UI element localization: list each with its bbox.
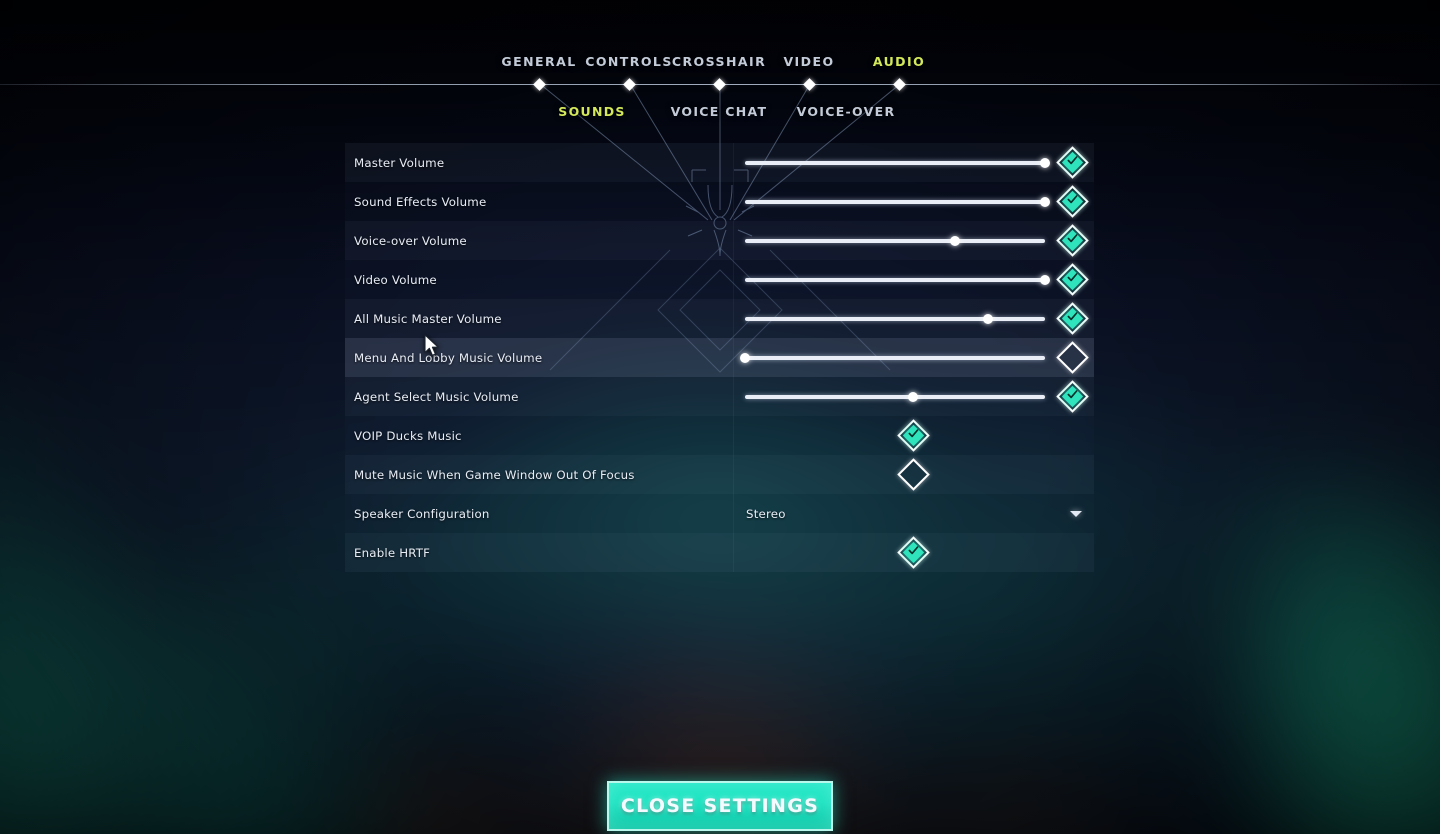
settings-row[interactable]: Mute Music When Game Window Out Of Focus <box>345 455 1094 494</box>
settings-row[interactable]: Speaker Configuration Stereo <box>345 494 1094 533</box>
checkmark-icon <box>1067 390 1078 399</box>
nav-tab-controls[interactable]: CONTROLS <box>585 54 673 69</box>
checkbox-all-music-master-volume[interactable] <box>1056 302 1089 335</box>
row-control-mute-music-out-of-focus <box>733 455 1094 494</box>
close-settings-button[interactable]: CLOSE SETTINGS <box>607 781 833 831</box>
sub-tab-voice-chat[interactable]: VOICE CHAT <box>671 104 768 119</box>
nav-node-audio-icon <box>892 77 906 91</box>
slider-track[interactable] <box>745 277 1045 282</box>
slider-track[interactable] <box>745 394 1045 399</box>
row-label-agent-select-music-volume: Agent Select Music Volume <box>354 389 519 404</box>
row-label-enable-hrtf: Enable HRTF <box>354 545 431 560</box>
settings-row[interactable]: All Music Master Volume <box>345 299 1094 338</box>
nav-tab-audio[interactable]: AUDIO <box>873 54 925 69</box>
settings-row[interactable]: Voice-over Volume <box>345 221 1094 260</box>
row-control-menu-and-lobby-music-volume <box>733 338 1094 377</box>
slider-track[interactable] <box>745 316 1045 321</box>
row-label-video-volume: Video Volume <box>354 272 437 287</box>
checkbox-master-volume[interactable] <box>1056 146 1089 179</box>
slider-knob[interactable] <box>1040 196 1050 207</box>
row-control-video-volume <box>733 260 1094 299</box>
checkbox-sound-effects-volume[interactable] <box>1056 185 1089 218</box>
nav-tab-video[interactable]: VIDEO <box>783 54 834 69</box>
dropdown-value-speaker-configuration[interactable]: Stereo <box>746 507 786 521</box>
slider-video-volume[interactable] <box>745 273 1050 287</box>
row-control-voice-over-volume <box>733 221 1094 260</box>
slider-sound-effects-volume[interactable] <box>745 195 1050 209</box>
valorant-settings-screen: GENERAL CONTROLS CROSSHAIR VIDEO AUDIO S… <box>0 0 1440 834</box>
settings-row[interactable]: Menu And Lobby Music Volume <box>345 338 1094 377</box>
checkbox-mute-music-out-of-focus[interactable] <box>897 458 930 491</box>
nav-tab-general[interactable]: GENERAL <box>501 54 576 69</box>
settings-row[interactable]: Master Volume <box>345 143 1094 182</box>
row-label-menu-and-lobby-music-volume: Menu And Lobby Music Volume <box>354 350 543 365</box>
nav-node-controls-icon <box>622 77 636 91</box>
slider-track[interactable] <box>745 238 1045 243</box>
row-control-sound-effects-volume <box>733 182 1094 221</box>
nav-node-general-icon <box>532 77 546 91</box>
secondary-nav: SOUNDS VOICE CHAT VOICE-OVER <box>0 104 1440 126</box>
sub-tab-voice-over[interactable]: VOICE-OVER <box>797 104 896 119</box>
settings-panel: Master Volume Sound Effects Volume Voice-o… <box>345 143 1094 572</box>
row-label-voice-over-volume: Voice-over Volume <box>354 233 467 248</box>
slider-master-volume[interactable] <box>745 156 1050 170</box>
checkmark-icon <box>1067 195 1078 204</box>
slider-track[interactable] <box>745 160 1045 165</box>
row-label-sound-effects-volume: Sound Effects Volume <box>354 194 487 209</box>
row-control-master-volume <box>733 143 1094 182</box>
chevron-down-icon[interactable] <box>1070 510 1082 517</box>
checkbox-agent-select-music-volume[interactable] <box>1056 380 1089 413</box>
checkmark-icon <box>908 429 919 438</box>
row-control-agent-select-music-volume <box>733 377 1094 416</box>
checkmark-icon <box>1067 312 1078 321</box>
sub-tab-sounds[interactable]: SOUNDS <box>558 104 625 119</box>
slider-knob[interactable] <box>950 235 960 246</box>
settings-row[interactable]: Video Volume <box>345 260 1094 299</box>
settings-row[interactable]: Sound Effects Volume <box>345 182 1094 221</box>
row-label-all-music-master-volume: All Music Master Volume <box>354 311 502 326</box>
slider-all-music-master-volume[interactable] <box>745 312 1045 326</box>
checkmark-icon <box>1067 234 1078 243</box>
checkmark-icon <box>908 546 919 555</box>
row-control-enable-hrtf <box>733 533 1094 572</box>
slider-knob[interactable] <box>1040 274 1050 285</box>
slider-track[interactable] <box>745 199 1045 204</box>
close-settings-label: CLOSE SETTINGS <box>620 795 820 817</box>
checkbox-menu-and-lobby-music-volume[interactable] <box>1056 341 1089 374</box>
slider-menu-and-lobby-music-volume[interactable] <box>740 351 1045 365</box>
checkmark-icon <box>1067 156 1078 165</box>
primary-nav: GENERAL CONTROLS CROSSHAIR VIDEO AUDIO <box>0 0 1440 92</box>
nav-tab-crosshair[interactable]: CROSSHAIR <box>672 54 766 69</box>
checkmark-icon <box>1067 273 1078 282</box>
row-control-voip-ducks-music <box>733 416 1094 455</box>
slider-agent-select-music-volume[interactable] <box>745 390 1045 404</box>
checkbox-voip-ducks-music[interactable] <box>897 419 930 452</box>
row-control-speaker-configuration: Stereo <box>733 494 1094 533</box>
slider-knob[interactable] <box>740 352 750 363</box>
row-label-mute-music-out-of-focus: Mute Music When Game Window Out Of Focus <box>354 467 635 482</box>
row-label-voip-ducks-music: VOIP Ducks Music <box>354 428 462 443</box>
settings-row[interactable]: Enable HRTF <box>345 533 1094 572</box>
nav-node-video-icon <box>802 77 816 91</box>
row-control-all-music-master-volume <box>733 299 1094 338</box>
settings-row[interactable]: Agent Select Music Volume <box>345 377 1094 416</box>
slider-track[interactable] <box>745 355 1045 360</box>
slider-voice-over-volume[interactable] <box>745 234 1045 248</box>
row-label-master-volume: Master Volume <box>354 155 445 170</box>
slider-knob[interactable] <box>908 391 918 402</box>
diamond-outline-icon <box>1056 341 1089 374</box>
settings-row[interactable]: VOIP Ducks Music <box>345 416 1094 455</box>
slider-knob[interactable] <box>983 313 993 324</box>
row-label-speaker-configuration: Speaker Configuration <box>354 506 490 521</box>
nav-node-crosshair-icon <box>712 77 726 91</box>
slider-knob[interactable] <box>1040 157 1050 168</box>
diamond-outline-icon <box>897 458 930 491</box>
checkbox-voice-over-volume[interactable] <box>1056 224 1089 257</box>
checkbox-video-volume[interactable] <box>1056 263 1089 296</box>
checkbox-enable-hrtf[interactable] <box>897 536 930 569</box>
